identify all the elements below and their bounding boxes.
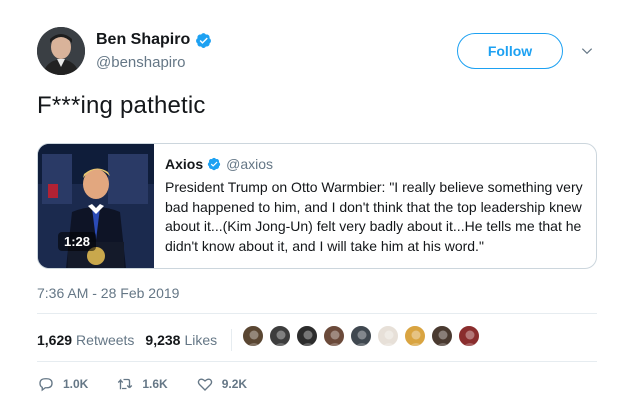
tweet-actions: 1.0K 1.6K 9.2K [37, 375, 275, 393]
quoted-tweet[interactable]: 1:28 Axios @axios President Trump on Ott… [37, 143, 597, 269]
stats-separator [231, 329, 233, 351]
reply-button[interactable]: 1.0K [37, 375, 88, 393]
liker-avatar[interactable] [350, 325, 372, 347]
tweet-text: F***ing pathetic [37, 92, 206, 119]
liker-avatar[interactable] [377, 325, 399, 347]
liker-avatar[interactable] [242, 325, 264, 347]
liker-avatar[interactable] [404, 325, 426, 347]
reply-count: 1.0K [63, 377, 89, 391]
author-avatar[interactable] [37, 27, 85, 75]
tweet-stats: 1,629 Retweets 9,238 Likes [37, 329, 246, 351]
like-count: 9.2K [221, 377, 248, 391]
retweets-stat[interactable]: 1,629 Retweets [37, 332, 134, 348]
likes-label: Likes [184, 332, 218, 348]
liker-avatars [242, 325, 485, 347]
author-name-row: Ben Shapiro [96, 31, 212, 49]
like-button[interactable]: 9.2K [196, 375, 247, 393]
likes-count: 9,238 [145, 332, 181, 348]
liker-avatar[interactable] [431, 325, 453, 347]
retweets-count: 1,629 [37, 332, 73, 348]
liker-avatar[interactable] [323, 325, 345, 347]
verified-badge-icon [196, 32, 212, 48]
tweet-timestamp[interactable]: 7:36 AM - 28 Feb 2019 [37, 285, 179, 301]
quoted-tweet-header: Axios @axios [165, 156, 273, 172]
chevron-down-icon[interactable] [580, 44, 594, 58]
retweet-button[interactable]: 1.6K [116, 375, 168, 393]
author-handle[interactable]: @benshapiro [96, 54, 185, 71]
divider [37, 361, 597, 362]
liker-avatar[interactable] [458, 325, 480, 347]
quoted-author-handle: @axios [226, 156, 274, 172]
retweet-count: 1.6K [142, 377, 168, 391]
retweets-label: Retweets [76, 332, 135, 348]
retweet-icon [118, 378, 133, 390]
author-name[interactable]: Ben Shapiro [96, 31, 190, 49]
liker-avatar[interactable] [296, 325, 318, 347]
liker-avatar[interactable] [269, 325, 291, 347]
video-duration: 1:28 [58, 232, 97, 251]
follow-button[interactable]: Follow [457, 33, 563, 69]
quoted-author-name: Axios [165, 156, 204, 172]
quoted-tweet-text: President Trump on Otto Warmbier: "I rea… [165, 179, 583, 254]
reply-icon [39, 378, 53, 392]
video-thumbnail[interactable]: 1:28 [38, 144, 154, 268]
divider [37, 313, 597, 314]
likes-stat[interactable]: 9,238 Likes [145, 332, 217, 348]
tweet-card: Ben Shapiro @benshapiro Follow F***ing p… [0, 0, 621, 416]
verified-badge-icon [207, 157, 221, 171]
heart-icon [197, 378, 212, 391]
